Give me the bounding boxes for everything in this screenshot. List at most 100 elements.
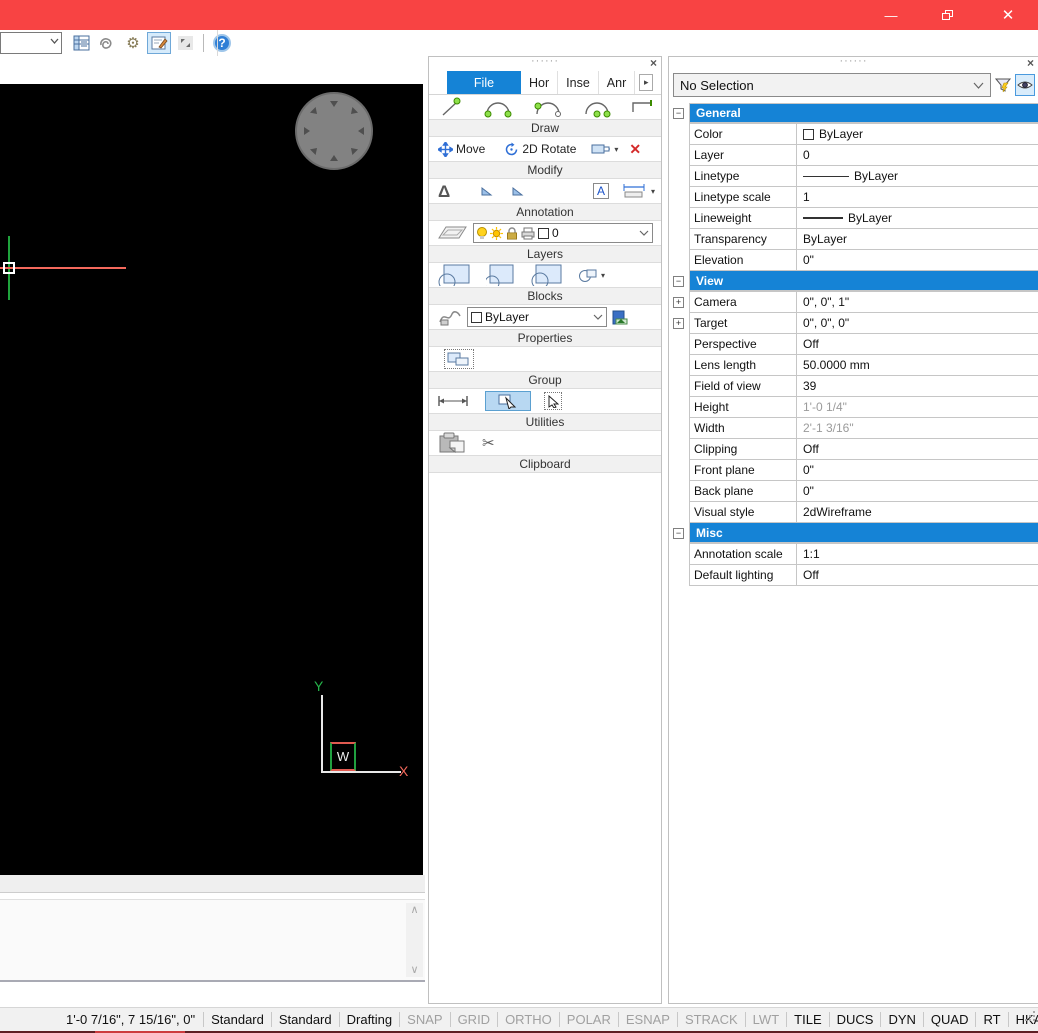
layer-plot-printer-icon[interactable] [521, 227, 535, 240]
color-dropdown[interactable]: ByLayer [467, 307, 607, 327]
status-toggle-lwt[interactable]: LWT [746, 1012, 787, 1027]
property-value[interactable]: 1:1 [797, 544, 1038, 564]
property-value[interactable]: 0 [797, 145, 1038, 165]
command-scrollbar[interactable]: ∧ ∨ [406, 903, 423, 977]
arc-center-tool-icon[interactable] [582, 96, 612, 118]
selection-dropdown[interactable]: No Selection [673, 73, 991, 97]
select-all-icon[interactable] [544, 392, 562, 410]
section-header-row[interactable]: −General [673, 103, 1038, 124]
property-value[interactable]: 2dWireframe [797, 502, 1038, 522]
tab-overflow-button[interactable]: ▸ [639, 74, 653, 91]
edit-panel-icon[interactable] [147, 32, 171, 54]
status-toggle-dyn[interactable]: DYN [881, 1012, 923, 1027]
property-row[interactable]: Linetype scale1 [673, 187, 1038, 208]
property-row[interactable]: LinetypeByLayer [673, 166, 1038, 187]
close-button[interactable]: ✕ [984, 0, 1032, 30]
annotation-section-label[interactable]: Annotation [429, 203, 661, 221]
property-row[interactable]: Width2'-1 3/16" [673, 418, 1038, 439]
property-value[interactable]: 2'-1 3/16" [797, 418, 1038, 438]
restore-button[interactable] [924, 0, 970, 30]
property-row[interactable]: +Target0", 0", 0" [673, 313, 1038, 334]
quick-select-filter-button[interactable] [993, 74, 1013, 96]
arc-start-tool-icon[interactable] [533, 96, 563, 118]
layer-freeze-sun-icon[interactable] [490, 227, 503, 240]
property-value[interactable]: 0", 0", 0" [797, 313, 1038, 333]
quick-select-button[interactable] [485, 391, 531, 411]
layer-color-swatch[interactable] [538, 228, 549, 239]
properties-section-label[interactable]: Properties [429, 329, 661, 347]
clipboard-section-label[interactable]: Clipboard [429, 455, 661, 473]
paste-icon[interactable] [438, 432, 468, 454]
rotate-2d-button[interactable]: 2D Rotate [504, 142, 576, 157]
properties-drag-handle[interactable]: ······ [840, 55, 868, 67]
move-button[interactable]: Move [438, 142, 485, 157]
tolerance-icon[interactable]: Δ [438, 183, 450, 200]
status-toggle-snap[interactable]: SNAP [400, 1012, 450, 1027]
property-row[interactable]: Default lightingOff [673, 565, 1038, 586]
layers-section-label[interactable]: Layers [429, 245, 661, 263]
property-row[interactable]: Lens length50.0000 mm [673, 355, 1038, 376]
property-row[interactable]: Elevation0" [673, 250, 1038, 271]
collapse-icon[interactable]: − [673, 108, 684, 119]
navigation-compass[interactable] [295, 92, 373, 170]
property-value[interactable]: ByLayer [797, 208, 1038, 228]
resize-grip[interactable] [1025, 1011, 1036, 1022]
collapse-icon[interactable]: − [673, 276, 684, 287]
workspace-combobox[interactable] [0, 32, 62, 54]
property-value[interactable]: ByLayer [797, 166, 1038, 186]
property-value[interactable]: 0" [797, 460, 1038, 480]
modify-section-label[interactable]: Modify [429, 161, 661, 179]
status-toggle-rt[interactable]: RT [976, 1012, 1008, 1027]
property-row[interactable]: Front plane0" [673, 460, 1038, 481]
property-row[interactable]: Layer0 [673, 145, 1038, 166]
tab-insert[interactable]: Inse [558, 71, 599, 94]
status-toggle-ducs[interactable]: DUCS [830, 1012, 882, 1027]
property-row[interactable]: Annotation scale1:1 [673, 544, 1038, 565]
erase-button[interactable]: ✕ [629, 141, 641, 158]
dimension-tool-icon[interactable] [622, 183, 646, 199]
property-row[interactable]: Visual style2dWireframe [673, 502, 1038, 523]
block-dropdown-icon[interactable]: ▾ [601, 271, 605, 280]
scroll-up-icon[interactable]: ∧ [410, 903, 418, 917]
minimize-button[interactable]: — [868, 0, 914, 30]
property-value[interactable]: 39 [797, 376, 1038, 396]
property-value[interactable]: ByLayer [797, 124, 1038, 144]
property-row[interactable]: Field of view39 [673, 376, 1038, 397]
layer-dropdown[interactable]: 0 [473, 223, 653, 243]
status-toggle-esnap[interactable]: ESNAP [619, 1012, 678, 1027]
match-properties-icon[interactable] [438, 308, 462, 326]
status-toggle-standard[interactable]: Standard [204, 1012, 272, 1027]
expand-icon[interactable]: + [673, 297, 684, 308]
property-value[interactable]: ByLayer [797, 229, 1038, 249]
property-row[interactable]: ClippingOff [673, 439, 1038, 460]
image-attach-icon[interactable] [612, 310, 628, 325]
attach-icon[interactable] [95, 32, 119, 54]
offset-button[interactable]: ▾ [591, 142, 618, 156]
property-value[interactable]: 0" [797, 481, 1038, 501]
block-attributes-button[interactable]: ▾ [578, 267, 605, 283]
scroll-down-icon[interactable]: ∨ [410, 963, 418, 977]
block-editor-icon[interactable] [530, 264, 562, 286]
status-toggle-quad[interactable]: QUAD [924, 1012, 977, 1027]
property-row[interactable]: TransparencyByLayer [673, 229, 1038, 250]
draw-section-label[interactable]: Draw [429, 119, 661, 137]
property-row[interactable]: +Camera0", 0", 1" [673, 292, 1038, 313]
status-toggle-ortho[interactable]: ORTHO [498, 1012, 560, 1027]
cut-scissors-icon[interactable]: ✂ [482, 434, 495, 452]
status-toggle-tile[interactable]: TILE [787, 1012, 829, 1027]
status-toggle-standard[interactable]: Standard [272, 1012, 340, 1027]
measure-distance-icon[interactable] [438, 395, 468, 407]
polyline-tool-icon[interactable] [631, 96, 655, 118]
property-row[interactable]: PerspectiveOff [673, 334, 1038, 355]
property-row[interactable]: Height1'-0 1/4" [673, 397, 1038, 418]
property-value[interactable]: Off [797, 334, 1038, 354]
insert-block-icon[interactable] [438, 264, 470, 286]
tab-annotate[interactable]: Anr [599, 71, 635, 94]
help-icon[interactable]: ? [210, 32, 234, 54]
line-tool-icon[interactable] [438, 96, 464, 118]
layer-lock-icon[interactable] [506, 227, 518, 240]
layer-properties-icon[interactable] [438, 224, 468, 242]
property-row[interactable]: LineweightByLayer [673, 208, 1038, 229]
layer-manager-icon[interactable] [69, 32, 93, 54]
property-value[interactable]: 50.0000 mm [797, 355, 1038, 375]
